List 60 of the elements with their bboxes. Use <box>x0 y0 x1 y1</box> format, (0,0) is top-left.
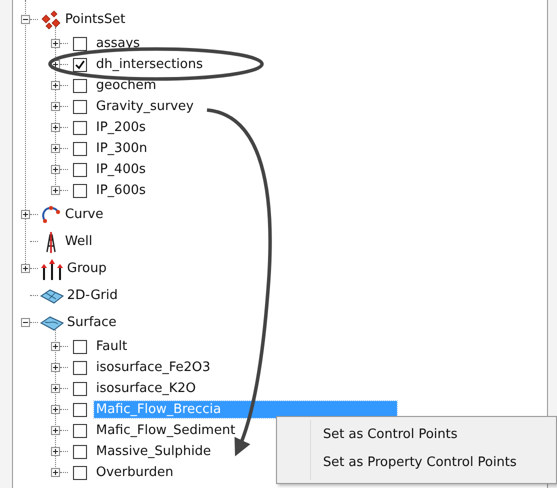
tree-item[interactable]: Fault <box>94 338 130 355</box>
tree-item[interactable]: IP_600s <box>94 182 148 199</box>
expand-icon[interactable] <box>51 81 60 90</box>
expand-icon[interactable] <box>51 123 60 132</box>
checkbox[interactable] <box>73 58 87 72</box>
checkbox[interactable] <box>73 402 87 416</box>
tree-item[interactable]: Massive_Sulphide <box>94 443 213 460</box>
tree-item[interactable]: IP_300n <box>94 140 150 157</box>
checkbox[interactable] <box>73 382 87 396</box>
checkbox[interactable] <box>73 142 87 156</box>
tree-item[interactable]: Mafic_Flow_Sediment <box>94 422 238 439</box>
points-icon <box>40 10 62 30</box>
expand-icon[interactable] <box>51 342 60 351</box>
checkbox[interactable] <box>73 120 87 134</box>
expand-icon[interactable] <box>51 384 60 393</box>
menu-item[interactable]: Set as Property Control Points <box>277 449 556 477</box>
expand-icon[interactable] <box>21 264 30 273</box>
expand-icon[interactable] <box>51 447 60 456</box>
checkbox[interactable] <box>73 100 87 114</box>
checkbox[interactable] <box>73 78 87 92</box>
checkbox[interactable] <box>73 36 87 50</box>
tree-item[interactable]: isosurface_K2O <box>94 380 198 397</box>
tree-item[interactable]: IP_400s <box>94 161 148 178</box>
expand-icon[interactable] <box>51 39 60 48</box>
expand-icon[interactable] <box>51 186 60 195</box>
expand-icon[interactable] <box>51 363 60 372</box>
checkbox[interactable] <box>73 360 87 374</box>
tree-item[interactable]: Well <box>63 233 94 250</box>
expand-icon[interactable] <box>51 144 60 153</box>
expand-icon[interactable] <box>51 468 60 477</box>
tree-item[interactable]: dh_intersections <box>94 56 205 73</box>
expand-icon[interactable] <box>21 210 30 219</box>
tree-item[interactable]: Overburden <box>94 464 176 481</box>
checkbox[interactable] <box>73 466 87 480</box>
surface-icon <box>40 314 64 330</box>
expand-icon[interactable] <box>51 405 60 414</box>
checkbox[interactable] <box>73 162 87 176</box>
tree-item[interactable]: Surface <box>65 314 119 331</box>
tree-item[interactable]: PointsSet <box>63 11 128 28</box>
collapse-icon[interactable] <box>21 15 30 24</box>
tree-item[interactable]: Group <box>65 260 109 277</box>
tree-item[interactable]: geochem <box>94 77 158 94</box>
menu-item[interactable]: Set as Control Points <box>277 421 556 449</box>
tree-item[interactable]: 2D-Grid <box>65 287 120 304</box>
curve-icon <box>40 204 62 224</box>
collapse-icon[interactable] <box>21 318 30 327</box>
expand-icon[interactable] <box>51 102 60 111</box>
expand-icon[interactable] <box>51 426 60 435</box>
checkbox[interactable] <box>73 340 87 354</box>
tree-item[interactable]: assays <box>94 35 142 52</box>
tree-item[interactable]: Gravity_survey <box>94 98 196 115</box>
expand-icon[interactable] <box>51 165 60 174</box>
tree-item[interactable]: IP_200s <box>94 119 148 136</box>
checkbox[interactable] <box>73 444 87 458</box>
checkbox[interactable] <box>73 424 87 438</box>
grid-surface-icon <box>40 288 64 304</box>
tree-item[interactable]: isosurface_Fe2O3 <box>94 359 212 376</box>
checkbox[interactable] <box>73 184 87 198</box>
tree-item[interactable]: Curve <box>63 206 106 223</box>
group-icon <box>40 258 64 280</box>
